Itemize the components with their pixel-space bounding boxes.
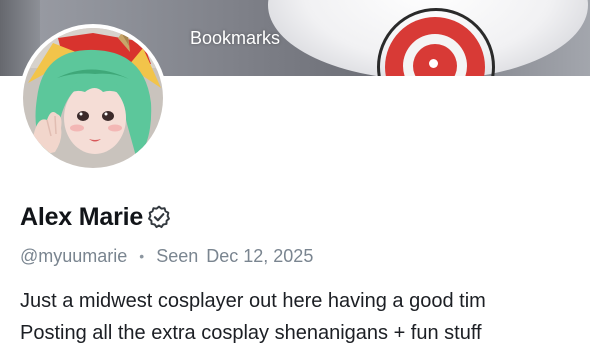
avatar[interactable]: [19, 24, 167, 172]
seen-label: Seen: [156, 245, 199, 266]
bio-line-1: Just a midwest cosplayer out here having…: [20, 290, 486, 312]
banner-target-dot: [429, 59, 438, 68]
avatar-image: [23, 28, 163, 168]
bookmarks-link[interactable]: Bookmarks: [190, 28, 280, 48]
verified-badge-icon: [148, 205, 171, 229]
bio-line-2: Posting all the extra cosplay shenanigan…: [20, 322, 482, 344]
profile-meta: @myuumarie • Seen Dec 12, 2025: [20, 244, 313, 268]
name-row: Alex Marie: [20, 201, 172, 233]
seen-date: Dec 12, 2025: [206, 245, 314, 266]
handle: @myuumarie: [20, 245, 128, 266]
meta-separator: •: [139, 248, 145, 264]
display-name: Alex Marie: [20, 202, 144, 231]
